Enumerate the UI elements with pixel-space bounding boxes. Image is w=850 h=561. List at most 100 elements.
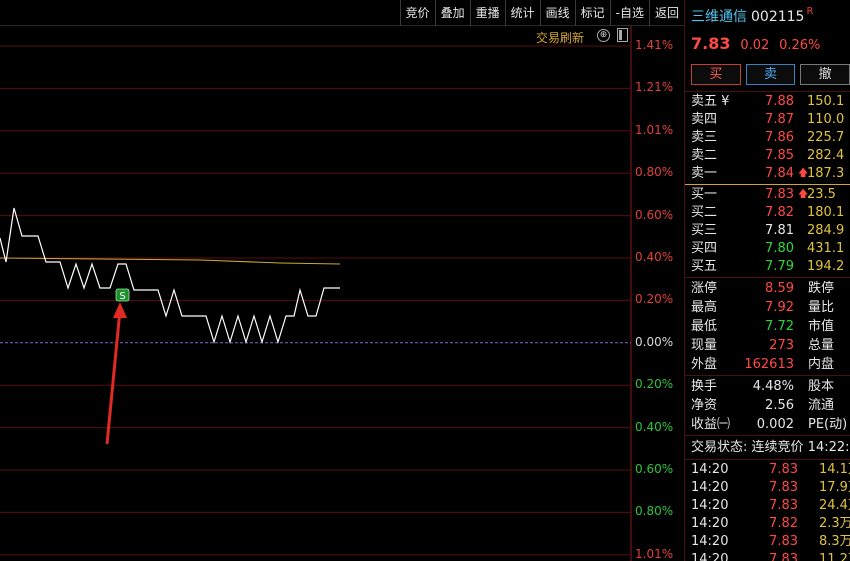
bid-row[interactable]: 买一 7.83 23.5 🡅 [685, 186, 850, 204]
stock-header: 三维通信 002115 R [685, 0, 850, 30]
y-axis-label: 0.00% [635, 334, 674, 349]
intraday-chart[interactable]: S 交易刷新 ⊕ 1.41% 1.21% 1.01% 0.80% 0.60% 0.40% 0… [0, 26, 684, 561]
stat-label: 外盘 [691, 357, 718, 372]
tick-row: 14:20 7.83 24.4万 [685, 497, 850, 515]
price-line [0, 207, 340, 345]
stat-label: 现量 [691, 338, 718, 353]
panel-toggle-icon[interactable] [617, 28, 628, 42]
level-label: 卖一 [691, 166, 718, 181]
stat-row: 最低 7.72 市值 [685, 317, 850, 336]
tick-time: 14:20 [691, 534, 729, 549]
margin-flag: R [806, 6, 814, 17]
expand-icon[interactable]: ⊕ [597, 29, 610, 42]
bid-row[interactable]: 买二 7.82 180.1 [685, 204, 850, 222]
toolbar-button[interactable]: -自选 [609, 0, 649, 26]
cancel-order-button[interactable]: 撤 [800, 64, 850, 85]
y-axis-label: 1.41% [635, 38, 674, 52]
stat-value: 7.92 [765, 300, 794, 315]
level-price: 7.79 [765, 259, 794, 274]
y-axis-label: 0.20% [635, 377, 674, 392]
up-arrow-icon: 🡅 [798, 189, 809, 200]
trade-status-label: 交易状态: [691, 440, 748, 455]
tick-time: 14:20 [691, 498, 729, 513]
toolbar-button[interactable]: 竞价 [399, 0, 435, 26]
y-axis-label: 1.01% [635, 546, 674, 561]
toolbar-button[interactable]: 重播 [469, 0, 505, 26]
toolbar-button[interactable]: 画线 [539, 0, 575, 26]
tick-volume: 17.9万 [819, 480, 850, 495]
bid-row[interactable]: 买五 7.79 194.2 [685, 258, 850, 276]
tick-volume: 11.2万 [819, 552, 850, 561]
level-price: 7.83 [765, 187, 794, 202]
level-label: 卖二 [691, 148, 718, 163]
tick-volume: 2.3万 [819, 516, 850, 531]
chart-canvas: S [0, 26, 632, 561]
toolbar-button[interactable]: 统计 [504, 0, 540, 26]
bid-row[interactable]: 买三 7.81 284.9 [685, 222, 850, 240]
annotation-arrow-head [113, 302, 127, 318]
level-volume: 23.5 [807, 187, 836, 202]
stat-label-secondary: 跌停 [808, 281, 835, 296]
quote-line: 7.83 0.02 0.26% [685, 30, 850, 60]
divider [685, 435, 850, 436]
stat-label-secondary: 股本 [808, 379, 835, 394]
ask-book: 卖五 ¥ 7.88 150.1 卖四 7.87 110.0 卖三 7.86 225.7 卖二 7.8… [685, 93, 850, 183]
level-label: 买一 [691, 187, 718, 202]
toolbar-button[interactable]: 标记 [574, 0, 610, 26]
stock-name[interactable]: 三维通信 [691, 9, 747, 25]
level-price: 7.82 [765, 205, 794, 220]
stat-row: 净资 2.56 流通 [685, 396, 850, 415]
stat-label-secondary: 内盘 [808, 357, 835, 372]
ask-row[interactable]: 卖一 7.84 187.3 🡅 [685, 165, 850, 183]
y-axis-label: 0.80% [635, 504, 674, 519]
trade-status-value: 连续竞价 [751, 440, 804, 455]
level-price: 7.85 [765, 148, 794, 163]
ask-row[interactable]: 卖五 ¥ 7.88 150.1 [685, 93, 850, 111]
y-axis-label: 0.20% [635, 292, 674, 307]
tick-row: 14:20 7.82 2.3万 [685, 515, 850, 533]
bid-row[interactable]: 买四 7.80 431.1 [685, 240, 850, 258]
tick-price: 7.83 [769, 534, 798, 549]
level-price: 7.81 [765, 223, 794, 238]
divider [685, 91, 850, 92]
sell-button[interactable]: 卖 [745, 64, 796, 85]
level-volume: 180.1 [807, 205, 845, 220]
toolbar-button[interactable]: 叠加 [434, 0, 470, 26]
stat-label-secondary: PE(动) [808, 417, 848, 432]
buy-button[interactable]: 买 [691, 64, 741, 85]
level-label: 卖三 [691, 130, 718, 145]
tick-row: 14:20 7.83 14.1万 [685, 461, 850, 479]
y-axis-label: 1.21% [635, 80, 674, 95]
ask-row[interactable]: 卖四 7.87 110.0 [685, 111, 850, 129]
ask-row[interactable]: 卖二 7.85 282.4 [685, 147, 850, 165]
stat-label-secondary: 总量 [808, 338, 835, 353]
tick-volume: 14.1万 [819, 462, 850, 477]
stat-value: 8.59 [765, 281, 794, 296]
trade-refresh-label[interactable]: 交易刷新 [536, 29, 584, 46]
quote-panel: 三维通信 002115 R 7.83 0.02 0.26% 买 卖 撤 卖五 ¥ 7.… [684, 0, 850, 561]
ask-row[interactable]: 卖三 7.86 225.7 [685, 129, 850, 147]
stat-label: 最高 [691, 300, 718, 315]
fundamental-stats: 换手 4.48% 股本 净资 2.56 流通 收益㈠ 0.002 PE(动) [685, 377, 850, 434]
tick-row: 14:20 7.83 8.3万 [685, 533, 850, 551]
sell-marker-label: S [119, 291, 125, 302]
level-label: 买四 [691, 241, 718, 256]
divider [685, 375, 850, 376]
average-price-line [0, 257, 341, 265]
stat-label: 收益㈠ [691, 417, 731, 432]
tick-list[interactable]: 14:20 7.83 14.1万 14:20 7.83 17.9万 14:20 7.83 24.… [685, 461, 850, 561]
level-volume: 284.9 [807, 223, 845, 238]
level-label: 卖四 [691, 112, 718, 127]
toolbar-button[interactable]: 返回 [648, 0, 684, 26]
level-price: 7.88 [765, 94, 794, 109]
stat-value: 162613 [744, 357, 794, 372]
level-volume: 194.2 [807, 259, 845, 274]
stat-label-secondary: 量比 [808, 300, 835, 315]
tick-price: 7.83 [769, 552, 798, 561]
price-change: 0.02 [740, 38, 770, 53]
trade-status: 交易状态: 连续竞价 14:22: [685, 437, 850, 458]
bid-book: 买一 7.83 23.5 🡅 买二 7.82 180.1 买三 7.81 284.9 买四 7.80 4… [685, 186, 850, 276]
stat-value: 4.48% [752, 379, 794, 394]
stat-row: 外盘 162613 内盘 [685, 355, 850, 374]
stat-value: 273 [769, 338, 794, 353]
